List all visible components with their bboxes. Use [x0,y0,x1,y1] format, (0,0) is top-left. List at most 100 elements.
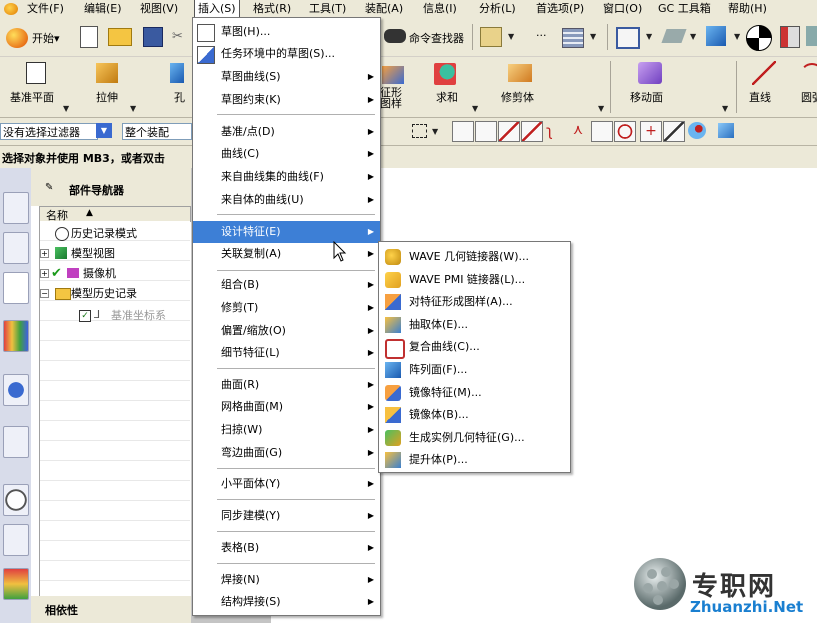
menu-item-sketch-in-task[interactable]: 任务环境中的草图(S)... [193,43,380,65]
web-browser-tab[interactable] [3,374,29,406]
menu-item-surface[interactable]: 曲面(R) ▶ [193,374,380,396]
extrude-icon[interactable] [96,63,118,83]
history-tab[interactable] [3,484,29,516]
layer-stack-icon[interactable] [562,28,584,48]
palette-tab[interactable] [3,426,29,458]
menu-item-sketch-curve[interactable]: 草图曲线(S) ▶ [193,66,380,88]
toolbar-more-button[interactable]: ... [536,26,547,39]
view-dropdown-arrow[interactable]: ▼ [646,32,652,41]
snap-body-icon[interactable] [718,123,734,138]
snap-line-icon[interactable] [498,121,520,142]
part-navigator-tab[interactable] [3,272,29,304]
expand-plus-icon[interactable]: + [40,249,49,258]
move-face-dropdown-arrow[interactable]: ▼ [722,104,728,113]
filter-dropdown-icon[interactable]: ▼ [96,123,112,138]
move-face-icon[interactable] [638,62,662,84]
submenu-item-wave-pmi-linker[interactable]: WAVE PMI 链接器(L)... [379,269,570,291]
expand-plus-icon[interactable]: + [40,269,49,278]
submenu-item-mirror-body[interactable]: 镜像体(B)... [379,404,570,426]
pin-icon[interactable]: ✎ [45,182,53,193]
menu-edit[interactable]: 编辑(E) [81,0,125,18]
trim-body-icon[interactable] [508,64,532,82]
datum-plane-button[interactable]: 基准平面 [10,89,54,105]
hole-icon[interactable] [170,63,184,83]
command-finder-button[interactable]: 命令查找器 [409,30,464,46]
menu-analysis[interactable]: 分析(L) [476,0,519,18]
menu-item-associative-copy[interactable]: 关联复制(A) ▶ [193,243,380,265]
visualization-tab[interactable] [3,568,29,600]
menu-file[interactable]: 文件(F) [24,0,67,18]
snap-point-icon[interactable] [475,121,497,142]
fit-view-icon[interactable] [616,27,640,49]
trim-body-button[interactable]: 修剪体 [501,89,534,105]
submenu-item-promote-body[interactable]: 提升体(P)... [379,449,570,471]
menu-information[interactable]: 信息(I) [420,0,460,18]
open-folder-icon[interactable] [108,28,132,46]
line-button[interactable]: 直线 [749,89,771,105]
menu-item-sketch[interactable]: 草图(H)... [193,21,380,43]
extrude-dropdown-arrow[interactable]: ▼ [130,104,136,113]
collapse-minus-icon[interactable]: − [40,289,49,298]
submenu-item-mirror-feature[interactable]: 镜像特征(M)... [379,382,570,404]
name-column-header[interactable]: 名称 ▲ [39,206,191,222]
menu-tools[interactable]: 工具(T) [306,0,349,18]
type-filter-select[interactable] [0,123,98,140]
menu-item-curve[interactable]: 曲线(C) ▶ [193,143,380,165]
line-icon[interactable] [752,61,776,85]
move-face-button[interactable]: 移动面 [630,89,663,105]
snap-midpoint-icon[interactable] [521,121,543,142]
menu-item-flange-surface[interactable]: 弯边曲面(G) ▶ [193,442,380,464]
menu-help[interactable]: 帮助(H) [725,0,770,18]
menu-item-offset-scale[interactable]: 偏置/缩放(O) ▶ [193,320,380,342]
menu-item-weld[interactable]: 焊接(N) ▶ [193,569,380,591]
submenu-item-extract-body[interactable]: 抽取体(E)... [379,314,570,336]
menu-item-trim[interactable]: 修剪(T) ▶ [193,297,380,319]
start-icon[interactable] [6,28,28,48]
arc-button[interactable]: 圆弧 [801,89,817,105]
submenu-item-wave-geometry-linker[interactable]: WAVE 几何链接器(W)... [379,246,570,268]
constraint-navigator-tab[interactable] [3,232,29,264]
datum-plane-icon[interactable] [26,62,46,84]
selection-scope-select[interactable] [122,123,192,140]
tool-dropdown-arrow[interactable]: ▼ [508,32,514,41]
submenu-item-instance-geometry[interactable]: 生成实例几何特征(G)... [379,427,570,449]
menu-item-structure-weld[interactable]: 结构焊接(S) ▶ [193,591,380,613]
menu-assembly[interactable]: 装配(A) [362,0,406,18]
display-mode-icon[interactable] [746,25,772,51]
submenu-item-pattern-feature[interactable]: 对特征形成图样(A)... [379,291,570,313]
menu-preferences[interactable]: 首选项(P) [533,0,587,18]
render-dropdown-arrow[interactable]: ▼ [734,32,740,41]
section-view-icon[interactable] [780,26,800,48]
snap-face-icon[interactable] [688,122,706,139]
hole-button[interactable]: 孔 [174,89,185,105]
unite-icon[interactable] [434,63,456,85]
menu-format[interactable]: 格式(R) [250,0,294,18]
snap-crosshair-icon[interactable]: + [640,121,662,142]
menu-item-derived-curve[interactable]: 来自曲线集的曲线(F) ▶ [193,166,380,188]
datum-plane-dropdown-arrow[interactable]: ▼ [63,104,69,113]
unite-button[interactable]: 求和 [436,89,458,105]
snap-on-curve-icon[interactable] [663,121,685,142]
menu-item-detail-feature[interactable]: 细节特征(L) ▶ [193,342,380,364]
checkbox-checked-icon[interactable]: ✓ [79,310,91,322]
menu-item-mesh-surface[interactable]: 网格曲面(M) ▶ [193,396,380,418]
feature-pattern-icon[interactable] [382,66,404,84]
save-icon[interactable] [143,27,163,47]
unite-dropdown-arrow[interactable]: ▼ [472,104,478,113]
shaded-cube-icon[interactable] [706,26,726,46]
trim-dropdown-arrow[interactable]: ▼ [598,104,604,113]
new-file-icon[interactable] [80,26,98,48]
orient-dropdown-arrow[interactable]: ▼ [690,32,696,41]
menu-item-combine[interactable]: 组合(B) ▶ [193,274,380,296]
menu-item-sketch-constraint[interactable]: 草图约束(K) ▶ [193,89,380,111]
menu-gc-toolbox[interactable]: GC 工具箱 [655,0,714,18]
orient-view-icon[interactable] [661,29,687,43]
menu-item-table[interactable]: 表格(B) ▶ [193,537,380,559]
submenu-item-composite-curve[interactable]: 复合曲线(C)... [379,336,570,359]
snap-curve-icon[interactable]: ʅ [546,122,560,140]
dependency-panel-label[interactable]: 相依性 [45,602,78,618]
menu-item-synchronous-modeling[interactable]: 同步建模(Y) ▶ [193,505,380,527]
check-icon[interactable]: ✔ [51,264,62,284]
more-view-icon[interactable] [806,26,817,46]
start-button[interactable]: 开始▾ [32,30,60,46]
